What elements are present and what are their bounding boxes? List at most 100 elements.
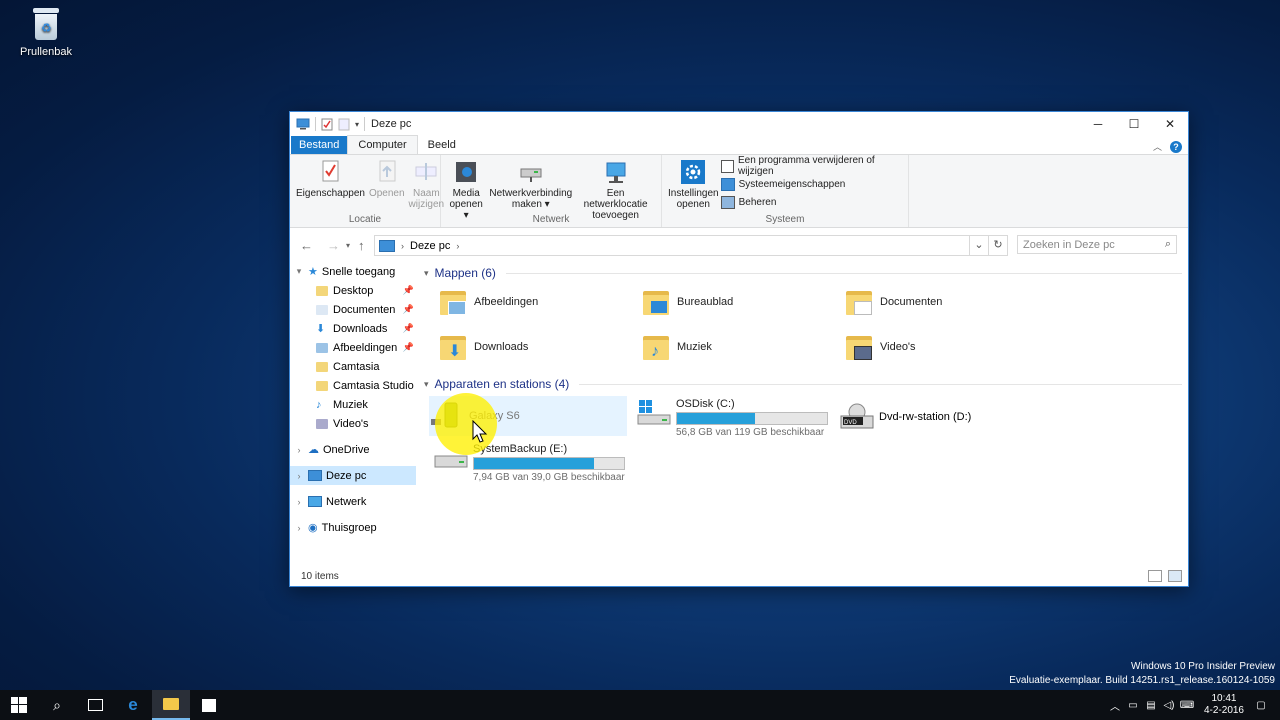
- up-button[interactable]: ↑: [358, 238, 365, 253]
- show-hidden-icons-icon[interactable]: ︿: [1106, 698, 1124, 713]
- recent-locations-chevron-icon[interactable]: ▾: [346, 241, 350, 253]
- device-tile-dvd[interactable]: DVD Dvd-rw-station (D:): [839, 402, 971, 432]
- action-center-icon[interactable]: ▢: [1252, 700, 1270, 711]
- search-input[interactable]: Zoeken in Deze pc ⌕: [1017, 235, 1177, 254]
- clock[interactable]: 10:41 4-2-2016: [1204, 693, 1244, 717]
- tab-view[interactable]: Beeld: [418, 136, 466, 154]
- open-icon: [379, 160, 396, 182]
- task-view-button[interactable]: [76, 690, 114, 720]
- videos-icon: [316, 418, 328, 429]
- back-button[interactable]: ←: [300, 238, 313, 253]
- devices-section-header[interactable]: ▾ Apparaten en stations (4): [422, 375, 1182, 393]
- properties-qa-icon[interactable]: [321, 118, 333, 131]
- nav-this-pc[interactable]: › Deze pc: [290, 466, 416, 485]
- nav-item-desktop[interactable]: Desktop 📌: [290, 281, 416, 300]
- collapse-ribbon-icon[interactable]: ︿: [1153, 140, 1162, 153]
- desktop-watermark: Windows 10 Pro Insider Preview Evaluatie…: [1009, 661, 1275, 686]
- systembackup-usage-bar: [473, 457, 625, 470]
- maximize-button[interactable]: ☐: [1116, 112, 1152, 136]
- nav-homegroup[interactable]: › ◉ Thuisgroep: [290, 518, 416, 537]
- recycle-bin-label: Prullenbak: [20, 46, 72, 58]
- nav-item-pictures[interactable]: Afbeeldingen 📌: [290, 338, 416, 357]
- expand-chevron-icon[interactable]: ›: [294, 471, 304, 481]
- title-bar[interactable]: ▾ Deze pc ─ ☐ ✕: [290, 112, 1188, 136]
- address-row: ← → ▾ ↑ › Deze pc › ⌄ ↻ Zoeken in Deze p…: [290, 228, 1188, 262]
- nav-item-downloads[interactable]: ⬇ Downloads 📌: [290, 319, 416, 338]
- keyboard-icon[interactable]: ⌨: [1178, 700, 1196, 711]
- media-icon: [456, 162, 477, 182]
- folders-section-header[interactable]: ▾ Mappen (6): [422, 264, 1182, 282]
- expand-chevron-icon[interactable]: ›: [294, 523, 304, 533]
- recycle-bin-icon: ♻: [31, 6, 61, 42]
- forward-button[interactable]: →: [327, 238, 340, 253]
- system-group-label: Systeem: [765, 214, 805, 225]
- svg-text:DVD: DVD: [844, 420, 857, 426]
- start-button[interactable]: [0, 690, 38, 720]
- device-tile-osdisk[interactable]: OSDisk (C:) 56,8 GB van 119 GB beschikba…: [636, 398, 828, 438]
- edge-taskbar-button[interactable]: e: [114, 690, 152, 720]
- collapse-chevron-icon[interactable]: ▾: [424, 268, 429, 279]
- system-tray: ︿ ▭ ▤ ◁) ⌨ 10:41 4-2-2016 ▢: [1106, 690, 1280, 720]
- folder-tile-pictures[interactable]: Afbeeldingen: [438, 287, 538, 317]
- pin-icon: 📌: [402, 285, 414, 295]
- windows-logo-icon: [11, 697, 27, 713]
- network-tray-icon[interactable]: ▤: [1142, 700, 1160, 711]
- rename-icon: [415, 163, 437, 180]
- battery-icon[interactable]: ▭: [1124, 700, 1142, 711]
- pictures-folder-icon: [438, 287, 468, 317]
- customize-qa-chevron-icon[interactable]: ▾: [355, 120, 359, 129]
- help-icon[interactable]: ?: [1170, 140, 1182, 153]
- store-taskbar-button[interactable]: [190, 690, 228, 720]
- content-pane: ▾ Mappen (6) Afbeeldingen Bureaublad Doc…: [422, 262, 1182, 562]
- address-dropdown-icon[interactable]: ⌄: [969, 236, 988, 255]
- details-view-icon[interactable]: [1148, 570, 1162, 582]
- manage-button[interactable]: Beheren: [720, 195, 904, 209]
- new-folder-qa-icon[interactable]: [338, 118, 350, 131]
- system-properties-button[interactable]: Systeemeigenschappen: [720, 177, 904, 191]
- nav-item-music[interactable]: ♪ Muziek: [290, 395, 416, 414]
- large-icons-view-icon[interactable]: [1168, 570, 1182, 582]
- minimize-button[interactable]: ─: [1080, 112, 1116, 136]
- nav-network[interactable]: › Netwerk: [290, 492, 416, 511]
- folder-tile-music[interactable]: ♪ Muziek: [641, 332, 712, 362]
- nav-onedrive[interactable]: › ☁ OneDrive: [290, 440, 416, 459]
- expand-chevron-icon[interactable]: ▾: [294, 266, 304, 277]
- tab-file[interactable]: Bestand: [291, 136, 348, 154]
- documents-folder-icon: [844, 287, 874, 317]
- volume-icon[interactable]: ◁): [1160, 700, 1178, 711]
- uninstall-program-button[interactable]: Een programma verwijderen of wijzigen: [720, 155, 904, 177]
- folder-tile-downloads[interactable]: ⬇ Downloads: [438, 332, 528, 362]
- edge-icon: e: [128, 695, 138, 714]
- nav-item-camtasia-studio[interactable]: Camtasia Studio: [290, 376, 416, 395]
- folder-tile-videos[interactable]: Video's: [844, 332, 916, 362]
- manage-icon: [720, 195, 735, 209]
- nav-item-videos[interactable]: Video's: [290, 414, 416, 433]
- music-icon: ♪: [316, 398, 322, 411]
- tab-computer[interactable]: Computer: [347, 135, 418, 155]
- close-button[interactable]: ✕: [1152, 112, 1188, 136]
- music-folder-icon: ♪: [641, 332, 671, 362]
- refresh-icon[interactable]: ↻: [988, 236, 1007, 255]
- navigation-pane: ▾ ★ Snelle toegang Desktop 📌 Documenten 📌 …: [290, 262, 416, 562]
- collapse-chevron-icon[interactable]: ▾: [424, 379, 429, 390]
- ribbon-tabs: Bestand Computer Beeld ︿ ?: [290, 135, 1188, 155]
- network-location-icon: [606, 162, 626, 183]
- nav-item-camtasia[interactable]: Camtasia: [290, 357, 416, 376]
- expand-chevron-icon[interactable]: ›: [294, 445, 304, 455]
- nav-item-documents[interactable]: Documenten 📌: [290, 300, 416, 319]
- folder-tile-documents[interactable]: Documenten: [844, 287, 942, 317]
- address-bar[interactable]: › Deze pc › ⌄ ↻: [374, 235, 1008, 256]
- explorer-taskbar-button[interactable]: [152, 690, 190, 720]
- ribbon: Eigenschappen Openen Naam wijzigen Locat…: [290, 154, 1188, 228]
- network-group-label: Netwerk: [532, 214, 570, 225]
- search-taskbar-button[interactable]: ⌕: [38, 690, 76, 720]
- recycle-bin-desktop-icon[interactable]: ♻ Prullenbak: [14, 6, 78, 58]
- systembackup-name: SystemBackup (E:): [473, 443, 568, 455]
- windows-drive-icon: [637, 400, 671, 425]
- nav-quick-access[interactable]: ▾ ★ Snelle toegang: [290, 262, 416, 281]
- folder-tile-desktop[interactable]: Bureaublad: [641, 287, 733, 317]
- expand-chevron-icon[interactable]: ›: [294, 497, 304, 507]
- ribbon-group-network: Media openen ▾ Netwerkverbinding maken ▾…: [441, 155, 662, 227]
- computer-icon: [296, 118, 310, 130]
- breadcrumb-this-pc[interactable]: Deze pc: [410, 240, 450, 252]
